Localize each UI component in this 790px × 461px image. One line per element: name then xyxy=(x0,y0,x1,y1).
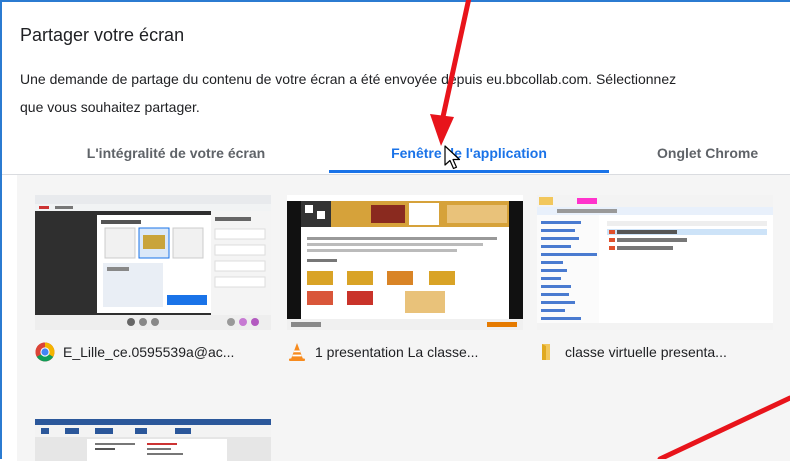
dialog-title: Partager votre écran xyxy=(20,25,185,45)
window-title-text: 1 presentation La classe... xyxy=(315,344,479,360)
window-title-text: E_Lille_ce.0595539a@ac... xyxy=(63,344,235,360)
window-grid: E_Lille_ce.0595539a@ac... 1 presentation… xyxy=(17,175,790,461)
folder-icon xyxy=(537,342,557,362)
description-line-2: que vous souhaitez partager. xyxy=(20,99,200,115)
tab-entire-screen[interactable]: L'intégralité de votre écran xyxy=(54,140,298,173)
window-thumbnail xyxy=(287,195,523,330)
description-line-1: Une demande de partage du contenu de vot… xyxy=(20,71,677,87)
window-card-chrome[interactable]: E_Lille_ce.0595539a@ac... xyxy=(35,175,271,375)
window-thumbnail xyxy=(35,195,271,330)
window-title: classe virtuelle presenta... xyxy=(537,341,727,363)
window-thumbnail xyxy=(537,195,773,330)
tab-chrome-tab[interactable]: Onglet Chrome xyxy=(642,140,790,173)
vlc-icon xyxy=(287,342,307,362)
window-card-vlc[interactable]: 1 presentation La classe... xyxy=(287,175,523,375)
tab-application-window[interactable]: Fenêtre de l'application xyxy=(329,140,609,173)
share-screen-dialog: Partager votre écran Une demande de part… xyxy=(0,0,790,461)
window-card-explorer[interactable]: classe virtuelle presenta... xyxy=(537,175,773,375)
source-tabs: L'intégralité de votre écran Fenêtre de … xyxy=(2,140,790,175)
window-thumbnail xyxy=(35,419,271,461)
window-title-text: classe virtuelle presenta... xyxy=(565,344,727,360)
dialog-description: Une demande de partage du contenu de vot… xyxy=(20,65,790,121)
window-title: E_Lille_ce.0595539a@ac... xyxy=(35,341,234,363)
window-card-word[interactable] xyxy=(35,399,271,461)
chrome-icon xyxy=(35,342,55,362)
window-title: 1 presentation La classe... xyxy=(287,341,478,363)
